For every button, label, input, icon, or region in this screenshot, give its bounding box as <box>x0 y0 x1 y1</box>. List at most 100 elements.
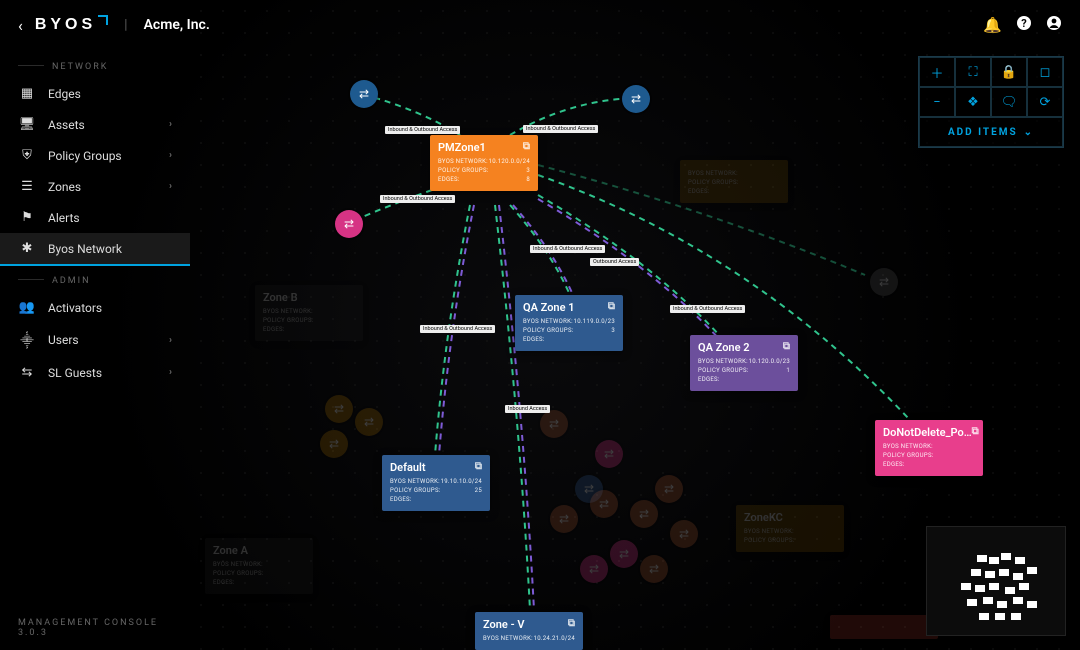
chevron-right-icon: › <box>169 119 172 130</box>
network-icon: ✱ <box>18 241 36 256</box>
edge-label: Outbound Access <box>590 258 639 266</box>
node-circle[interactable]: ⇄ <box>870 268 898 296</box>
edge-label: Inbound & Outbound Access <box>385 126 460 134</box>
lock-button[interactable]: 🔒 <box>991 57 1027 87</box>
node-circle[interactable]: ⇄ <box>610 540 638 568</box>
node-circle[interactable]: ⇄ <box>670 520 698 548</box>
logo-accent-icon <box>98 15 108 25</box>
node-circle[interactable]: ⇄ <box>580 555 608 583</box>
logo-text: BYOS <box>35 16 96 34</box>
nav-label: Assets <box>48 118 85 132</box>
nav-label: Activators <box>48 301 102 315</box>
nav-label: Zones <box>48 180 81 194</box>
copy-icon[interactable]: ⧉ <box>608 301 615 312</box>
sidebar-item-edges[interactable]: ▦ Edges <box>0 78 190 109</box>
sidebar: NETWORK ▦ Edges 🖥 Assets › ⛨ Policy Grou… <box>0 0 190 650</box>
copy-icon[interactable]: ⧉ <box>972 426 979 437</box>
sidebar-item-zones[interactable]: ☰ Zones › <box>0 171 190 202</box>
back-button[interactable]: ‹ <box>18 16 23 35</box>
zone-name: QA Zone 1 <box>523 301 575 314</box>
node-circle[interactable]: ⇄ <box>325 395 353 423</box>
edges-icon: ▦ <box>18 86 36 101</box>
edge-label: Inbound Access <box>505 405 550 413</box>
header-divider: | <box>124 17 127 33</box>
nav-label: Alerts <box>48 211 80 225</box>
zone-card-qa1[interactable]: QA Zone 1 ⧉ BYOS NETWORK:10.119.0.0/23 P… <box>515 295 623 351</box>
edge-label: Inbound & Outbound Access <box>530 245 605 253</box>
zone-card-dim[interactable]: Zone B BYOS NETWORK: POLICY GROUPS: EDGE… <box>255 285 363 341</box>
nav-label: Edges <box>48 87 81 101</box>
node-circle[interactable]: ⇄ <box>640 555 668 583</box>
fullscreen-button[interactable]: ◻ <box>1027 57 1063 87</box>
sidebar-item-activators[interactable]: 👥 Activators <box>0 292 190 323</box>
zones-icon: ☰ <box>18 179 36 194</box>
help-icon[interactable]: ? <box>1016 15 1032 35</box>
node-circle[interactable]: ⇄ <box>540 410 568 438</box>
canvas-toolbar: ＋ ⛶ 🔒 ◻ − ❖ 🗨 ⟳ ADD ITEMS ⌄ <box>918 56 1064 148</box>
node-circle[interactable]: ⇄ <box>320 430 348 458</box>
layers-button[interactable]: ❖ <box>955 87 991 117</box>
chevron-right-icon: › <box>169 181 172 192</box>
edge-label: Inbound & Outbound Access <box>420 325 495 333</box>
zone-card-zonev[interactable]: Zone - V ⧉ BYOS NETWORK:10.24.21.0/24 <box>475 612 583 650</box>
chevron-down-icon: ⌄ <box>1024 127 1034 138</box>
copy-icon[interactable]: ⧉ <box>783 341 790 352</box>
nav-label: Policy Groups <box>48 149 122 163</box>
node-circle[interactable]: ⇄ <box>350 80 378 108</box>
zone-name: PMZone1 <box>438 141 486 154</box>
header: ‹ BYOS | Acme, Inc. 🔔 ? <box>0 0 1080 50</box>
node-circle[interactable]: ⇄ <box>550 505 578 533</box>
nav-label: Users <box>48 333 79 347</box>
policy-icon: ⛨ <box>18 148 36 163</box>
zoom-out-button[interactable]: − <box>919 87 955 117</box>
zone-card-dim[interactable]: BYOS NETWORK: POLICY GROUPS: EDGES: <box>680 160 788 203</box>
copy-icon[interactable]: ⧉ <box>475 461 482 472</box>
zone-card-dim[interactable]: ZoneKC BYOS NETWORK: POLICY GROUPS: <box>736 505 844 552</box>
copy-icon[interactable]: ⧉ <box>568 618 575 629</box>
zone-card-donotdelete[interactable]: DoNotDelete_Po… ⧉ BYOS NETWORK: POLICY G… <box>875 420 983 476</box>
edge-label: Inbound & Outbound Access <box>380 195 455 203</box>
sidebar-item-alerts[interactable]: ⚑ Alerts <box>0 202 190 233</box>
add-items-label: ADD ITEMS <box>948 127 1018 138</box>
svg-text:?: ? <box>1021 17 1027 30</box>
node-circle[interactable]: ⇄ <box>590 490 618 518</box>
copy-icon[interactable]: ⧉ <box>523 141 530 152</box>
add-items-button[interactable]: ADD ITEMS ⌄ <box>919 117 1063 147</box>
guests-icon: ⇆ <box>18 365 36 380</box>
zone-name: Default <box>390 461 426 474</box>
section-label-admin: ADMIN <box>0 266 190 292</box>
sidebar-item-users[interactable]: ⸎ Users › <box>0 323 190 357</box>
zone-card-qa2[interactable]: QA Zone 2 ⧉ BYOS NETWORK:10.120.0.0/23 P… <box>690 335 798 391</box>
node-circle[interactable]: ⇄ <box>355 408 383 436</box>
zone-name: Zone - V <box>483 618 524 631</box>
node-circle[interactable]: ⇄ <box>630 500 658 528</box>
version-label: MANAGEMENT CONSOLE 3.0.3 <box>18 618 190 638</box>
zone-card-dim[interactable]: Zone A BYOS NETWORK: POLICY GROUPS: EDGE… <box>205 538 313 594</box>
sidebar-item-policy-groups[interactable]: ⛨ Policy Groups › <box>0 140 190 171</box>
activators-icon: 👥 <box>18 300 36 315</box>
zone-card-dim[interactable] <box>830 615 938 639</box>
node-circle[interactable]: ⇄ <box>655 475 683 503</box>
refresh-button[interactable]: ⟳ <box>1027 87 1063 117</box>
node-circle[interactable]: ⇄ <box>595 440 623 468</box>
sidebar-item-assets[interactable]: 🖥 Assets › <box>0 109 190 140</box>
sidebar-item-sl-guests[interactable]: ⇆ SL Guests › <box>0 357 190 388</box>
minimap[interactable] <box>926 526 1066 636</box>
zone-card-pmzone1[interactable]: PMZone1 ⧉ BYOS NETWORK:10.120.0.0/24 POL… <box>430 135 538 191</box>
bell-icon[interactable]: 🔔 <box>983 16 1002 34</box>
network-canvas[interactable]: ⇄ ⇄ ⇄ ⇄ ⇄ ⇄ ⇄ ⇄ ⇄ ⇄ ⇄ ⇄ ⇄ ⇄ ⇄ ⇄ ⇄ ⇄ PMZo… <box>190 0 1080 650</box>
zone-name: QA Zone 2 <box>698 341 750 354</box>
chevron-right-icon: › <box>169 335 172 346</box>
zoom-in-button[interactable]: ＋ <box>919 57 955 87</box>
zone-card-default[interactable]: Default ⧉ BYOS NETWORK:19.10.10.0/24 POL… <box>382 455 490 511</box>
tenant-name: Acme, Inc. <box>144 17 210 33</box>
edge-label: Inbound & Outbound Access <box>523 125 598 133</box>
account-icon[interactable] <box>1046 15 1062 35</box>
focus-button[interactable]: ⛶ <box>955 57 991 87</box>
node-circle[interactable]: ⇄ <box>335 210 363 238</box>
node-circle[interactable]: ⇄ <box>622 85 650 113</box>
label-button[interactable]: 🗨 <box>991 87 1027 117</box>
sidebar-item-byos-network[interactable]: ✱ Byos Network <box>0 233 190 266</box>
edge-label: Inbound & Outbound Access <box>670 305 745 313</box>
nav-label: Byos Network <box>48 242 122 256</box>
